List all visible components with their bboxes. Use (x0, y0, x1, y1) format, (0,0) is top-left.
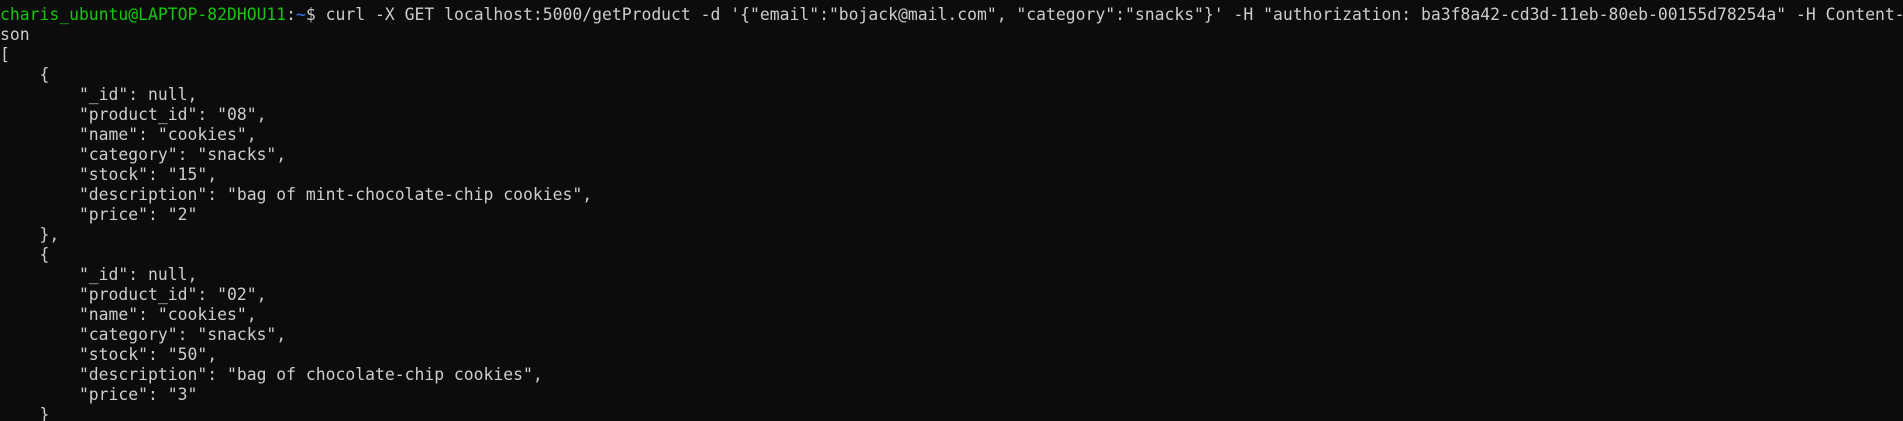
output-line: "price": "3" (0, 385, 198, 404)
output-line: "product_id": "08", (0, 105, 267, 124)
output-line: "stock": "15", (0, 165, 218, 184)
output-line: "stock": "50", (0, 345, 218, 364)
prompt-user-host: charis_ubuntu@LAPTOP-82DHOU11 (0, 5, 287, 24)
output-line: [ (0, 45, 10, 64)
prompt-separator: : (286, 5, 297, 24)
output-line: { (0, 245, 50, 264)
output-line: "_id": null, (0, 265, 198, 284)
command-line: charis_ubuntu@LAPTOP-82DHOU11:~$ curl -X… (0, 5, 1903, 25)
output-line: { (0, 65, 50, 84)
output-line: "product_id": "02", (0, 285, 267, 304)
command-text: curl -X GET localhost:5000/getProduct -d… (325, 5, 1903, 24)
output-line: "description": "bag of mint-chocolate-ch… (0, 185, 593, 204)
output-line: } (0, 405, 50, 421)
output-line: "price": "2" (0, 205, 198, 224)
output-line: "description": "bag of chocolate-chip co… (0, 365, 543, 384)
output-line: "_id": null, (0, 85, 198, 104)
output-line: "category": "snacks", (0, 325, 287, 344)
prompt-path: ~ (296, 5, 306, 24)
output-line: "name": "cookies", (0, 125, 257, 144)
output-line: }, (0, 225, 60, 244)
terminal-window[interactable]: charis_ubuntu@LAPTOP-82DHOU11:~$ curl -X… (0, 0, 1903, 421)
prompt-symbol: $ (305, 5, 326, 24)
output-line: "name": "cookies", (0, 305, 257, 324)
command-wrap-line: son (0, 25, 30, 44)
output-line: "category": "snacks", (0, 145, 287, 164)
